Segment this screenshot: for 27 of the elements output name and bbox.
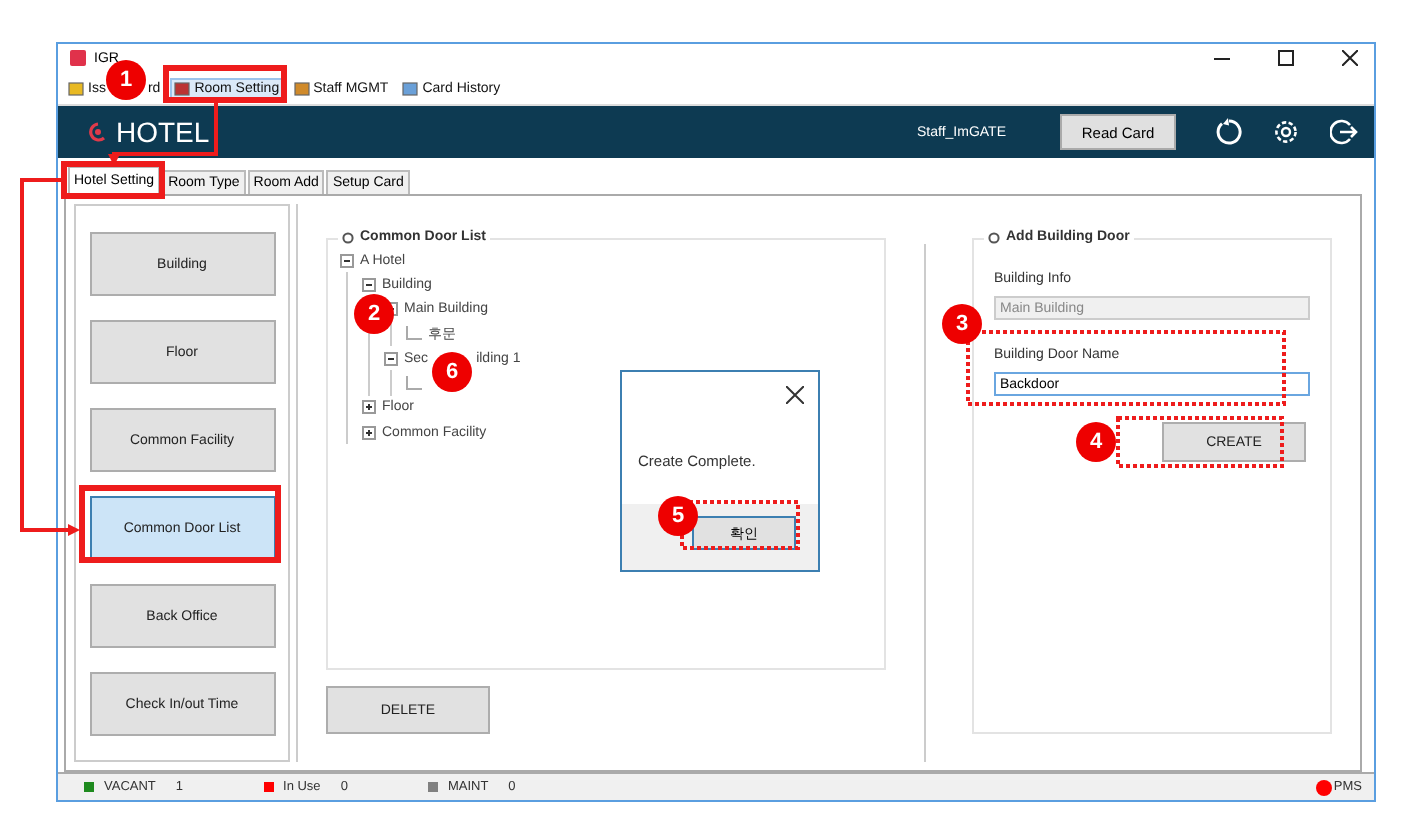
highlight-frame bbox=[163, 65, 287, 103]
expand-icon[interactable] bbox=[362, 425, 376, 440]
close-icon[interactable] bbox=[786, 386, 804, 404]
annotation-arrow bbox=[108, 102, 218, 166]
toolbar-icon bbox=[402, 81, 419, 95]
tree-connector bbox=[406, 375, 422, 392]
pms-dot bbox=[1315, 779, 1332, 795]
app-icon bbox=[70, 50, 86, 66]
logo-text: HOTEL bbox=[116, 116, 210, 148]
collapse-icon[interactable] bbox=[384, 351, 398, 366]
collapse-icon[interactable] bbox=[340, 253, 354, 268]
collapse-icon[interactable] bbox=[362, 277, 376, 292]
highlight-frame bbox=[680, 500, 800, 550]
settings-icon[interactable] bbox=[1272, 118, 1300, 146]
bullet-icon bbox=[342, 231, 354, 243]
tree-connector bbox=[406, 326, 422, 343]
expand-icon[interactable] bbox=[362, 400, 376, 415]
maximize-icon[interactable] bbox=[1278, 50, 1294, 66]
toolbar-icon bbox=[293, 81, 310, 95]
refresh-icon[interactable] bbox=[1214, 118, 1242, 146]
bullet-icon bbox=[988, 231, 1000, 243]
logo-icon bbox=[86, 122, 110, 142]
toolbar-icon bbox=[68, 81, 84, 95]
toolbar-icon bbox=[174, 81, 191, 95]
close-icon[interactable] bbox=[1342, 50, 1358, 66]
highlight-frame bbox=[61, 161, 165, 199]
logout-icon[interactable] bbox=[1330, 118, 1358, 146]
